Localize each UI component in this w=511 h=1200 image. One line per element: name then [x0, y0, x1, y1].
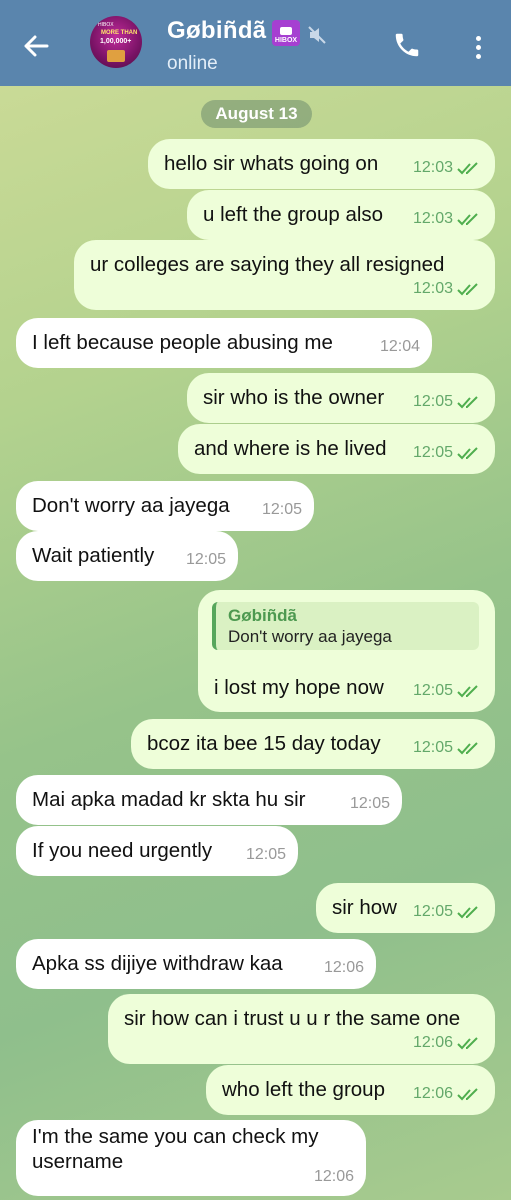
message-time: 12:05	[412, 903, 453, 920]
message-text: Don't worry aa jayega	[32, 494, 230, 517]
message-bubble-outgoing[interactable]: sir how 12:05	[316, 883, 495, 933]
message-bubble-incoming[interactable]: Mai apka madad kr skta hu sir 12:05	[16, 775, 402, 825]
message-time: 12:03	[412, 210, 453, 227]
double-check-icon	[457, 1088, 478, 1101]
message-text: Wait patiently	[32, 544, 155, 567]
double-check-icon	[457, 162, 478, 175]
message-text: If you need urgently	[32, 839, 213, 862]
more-options-icon[interactable]	[466, 30, 490, 64]
message-time: 12:05	[245, 846, 286, 863]
date-separator: August 13	[201, 100, 312, 128]
message-bubble-incoming[interactable]: If you need urgently 12:05	[16, 826, 298, 876]
message-text: Apka ss dijiye withdraw kaa	[32, 952, 283, 975]
message-time: 12:05	[412, 393, 453, 410]
message-text: and where is he lived	[194, 437, 387, 460]
double-check-icon	[457, 906, 478, 919]
message-time: 12:03	[412, 280, 453, 297]
reply-text: Don't worry aa jayega	[228, 627, 392, 646]
message-text: bcoz ita bee 15 day today	[147, 732, 381, 755]
message-bubble-outgoing[interactable]: and where is he lived 12:05	[178, 424, 495, 474]
message-bubble-outgoing[interactable]: sir how can i trust u u r the same one 1…	[108, 994, 495, 1064]
double-check-icon	[457, 283, 478, 296]
hibox-badge: HIBOX	[272, 20, 300, 46]
message-bubble-outgoing[interactable]: bcoz ita bee 15 day today 12:05	[131, 719, 495, 769]
message-bubble-incoming[interactable]: Apka ss dijiye withdraw kaa 12:06	[16, 939, 376, 989]
message-bubble-outgoing[interactable]: hello sir whats going on 12:03	[148, 139, 495, 189]
message-bubble-outgoing-reply[interactable]: Gøbiñdã Don't worry aa jayega i lost my …	[198, 590, 495, 712]
chat-status: online	[167, 53, 218, 74]
message-text: ur colleges are saying they all resigned	[90, 253, 445, 276]
message-text: I'm the same you can check my username	[32, 1125, 319, 1173]
message-bubble-outgoing[interactable]: sir who is the owner 12:05	[187, 373, 495, 423]
message-bubble-incoming[interactable]: I left because people abusing me 12:04	[16, 318, 432, 368]
message-text: sir how can i trust u u r the same one	[124, 1007, 461, 1030]
badge-icon	[280, 27, 292, 35]
message-time: 12:06	[412, 1085, 453, 1102]
double-check-icon	[457, 396, 478, 409]
reply-author: Gøbiñdã	[228, 606, 297, 625]
message-time: 12:06	[412, 1034, 453, 1051]
message-text: I left because people abusing me	[32, 331, 333, 354]
message-text: hello sir whats going on	[164, 152, 379, 175]
reply-quote[interactable]: Gøbiñdã Don't worry aa jayega	[212, 602, 479, 650]
mute-icon	[307, 25, 327, 50]
message-time: 12:05	[412, 682, 453, 699]
message-text: Mai apka madad kr skta hu sir	[32, 788, 306, 811]
double-check-icon	[457, 742, 478, 755]
double-check-icon	[457, 213, 478, 226]
message-time: 12:06	[313, 1168, 354, 1185]
chat-title[interactable]: Gøbiñdã	[167, 17, 266, 45]
message-time: 12:06	[323, 959, 364, 976]
message-bubble-incoming[interactable]: I'm the same you can check my username 1…	[16, 1120, 366, 1196]
avatar-gift-image	[107, 50, 125, 62]
message-bubble-incoming[interactable]: Don't worry aa jayega 12:05	[16, 481, 314, 531]
avatar[interactable]: HIBOX MORE THAN 1,00,000+	[90, 16, 142, 68]
message-text: sir who is the owner	[203, 386, 385, 409]
back-arrow-icon[interactable]	[16, 26, 56, 66]
message-bubble-outgoing[interactable]: u left the group also 12:03	[187, 190, 495, 240]
double-check-icon	[457, 447, 478, 460]
avatar-number: 1,00,000+	[100, 38, 132, 45]
message-time: 12:05	[349, 795, 390, 812]
chat-header: HIBOX MORE THAN 1,00,000+ Gøbiñdã HIBOX …	[0, 0, 511, 86]
avatar-caption: MORE THAN	[101, 30, 138, 36]
message-time: 12:03	[412, 159, 453, 176]
phone-icon[interactable]	[392, 30, 426, 64]
message-time: 12:05	[185, 551, 226, 568]
double-check-icon	[457, 1037, 478, 1050]
message-bubble-incoming[interactable]: Wait patiently 12:05	[16, 531, 238, 581]
message-text: sir how	[332, 896, 397, 919]
message-time: 12:05	[261, 501, 302, 518]
badge-label: HIBOX	[274, 37, 298, 44]
message-bubble-outgoing[interactable]: ur colleges are saying they all resigned…	[74, 240, 495, 310]
message-text: who left the group	[222, 1078, 385, 1101]
message-time: 12:04	[379, 338, 420, 355]
double-check-icon	[457, 685, 478, 698]
message-time: 12:05	[412, 444, 453, 461]
message-bubble-outgoing[interactable]: who left the group 12:06	[206, 1065, 495, 1115]
message-text: u left the group also	[203, 203, 384, 226]
message-text: i lost my hope now	[214, 676, 384, 699]
avatar-brand: HIBOX	[98, 22, 114, 28]
message-time: 12:05	[412, 739, 453, 756]
